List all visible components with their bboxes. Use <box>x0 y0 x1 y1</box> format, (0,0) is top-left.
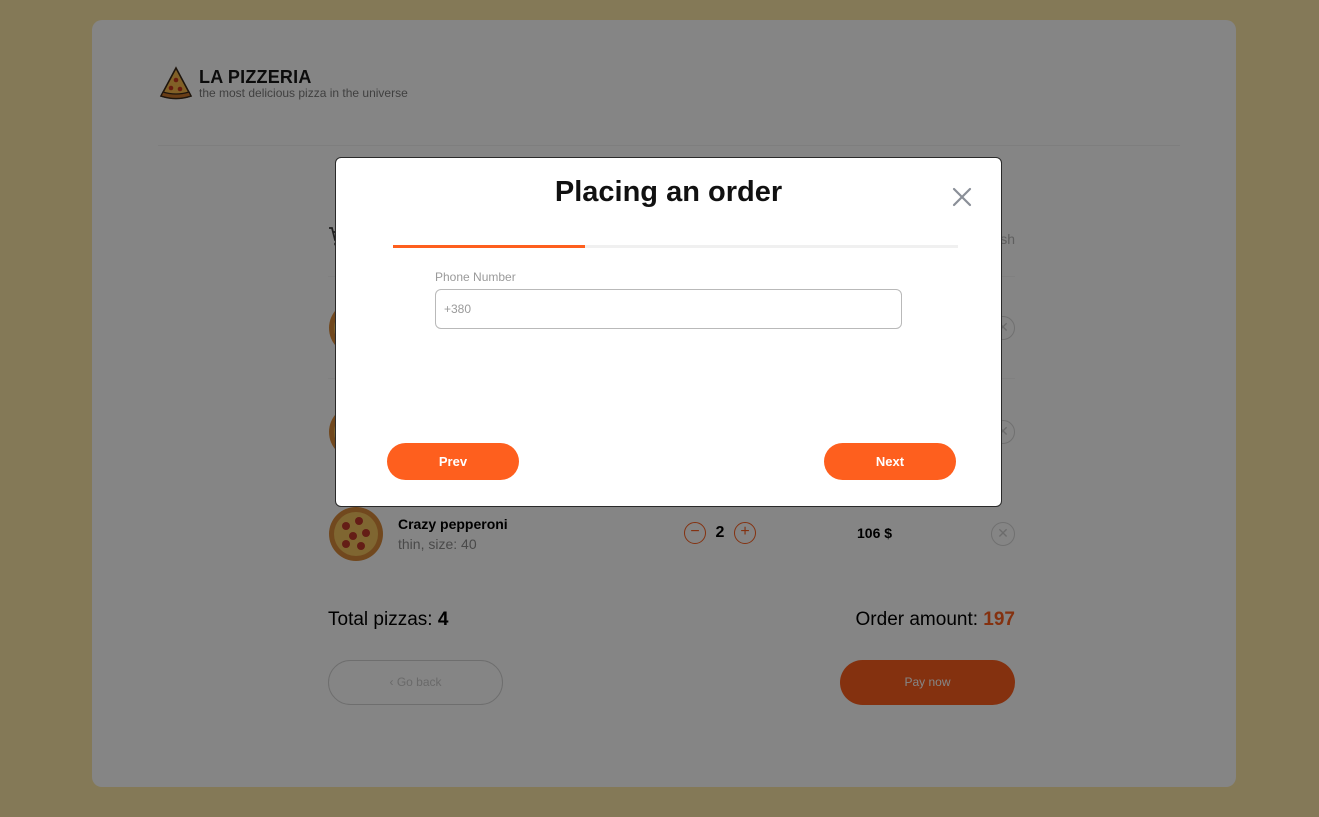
modal-title: Placing an order <box>554 176 783 208</box>
progress-fill <box>393 245 586 248</box>
order-modal: Placing an order Phone Number Prev Next <box>335 157 1002 507</box>
close-icon[interactable] <box>951 186 973 208</box>
phone-input[interactable] <box>435 289 902 329</box>
phone-label: Phone Number <box>435 270 516 284</box>
progress-bar <box>393 245 958 248</box>
prev-button[interactable]: Prev <box>387 443 519 480</box>
next-button[interactable]: Next <box>824 443 956 480</box>
